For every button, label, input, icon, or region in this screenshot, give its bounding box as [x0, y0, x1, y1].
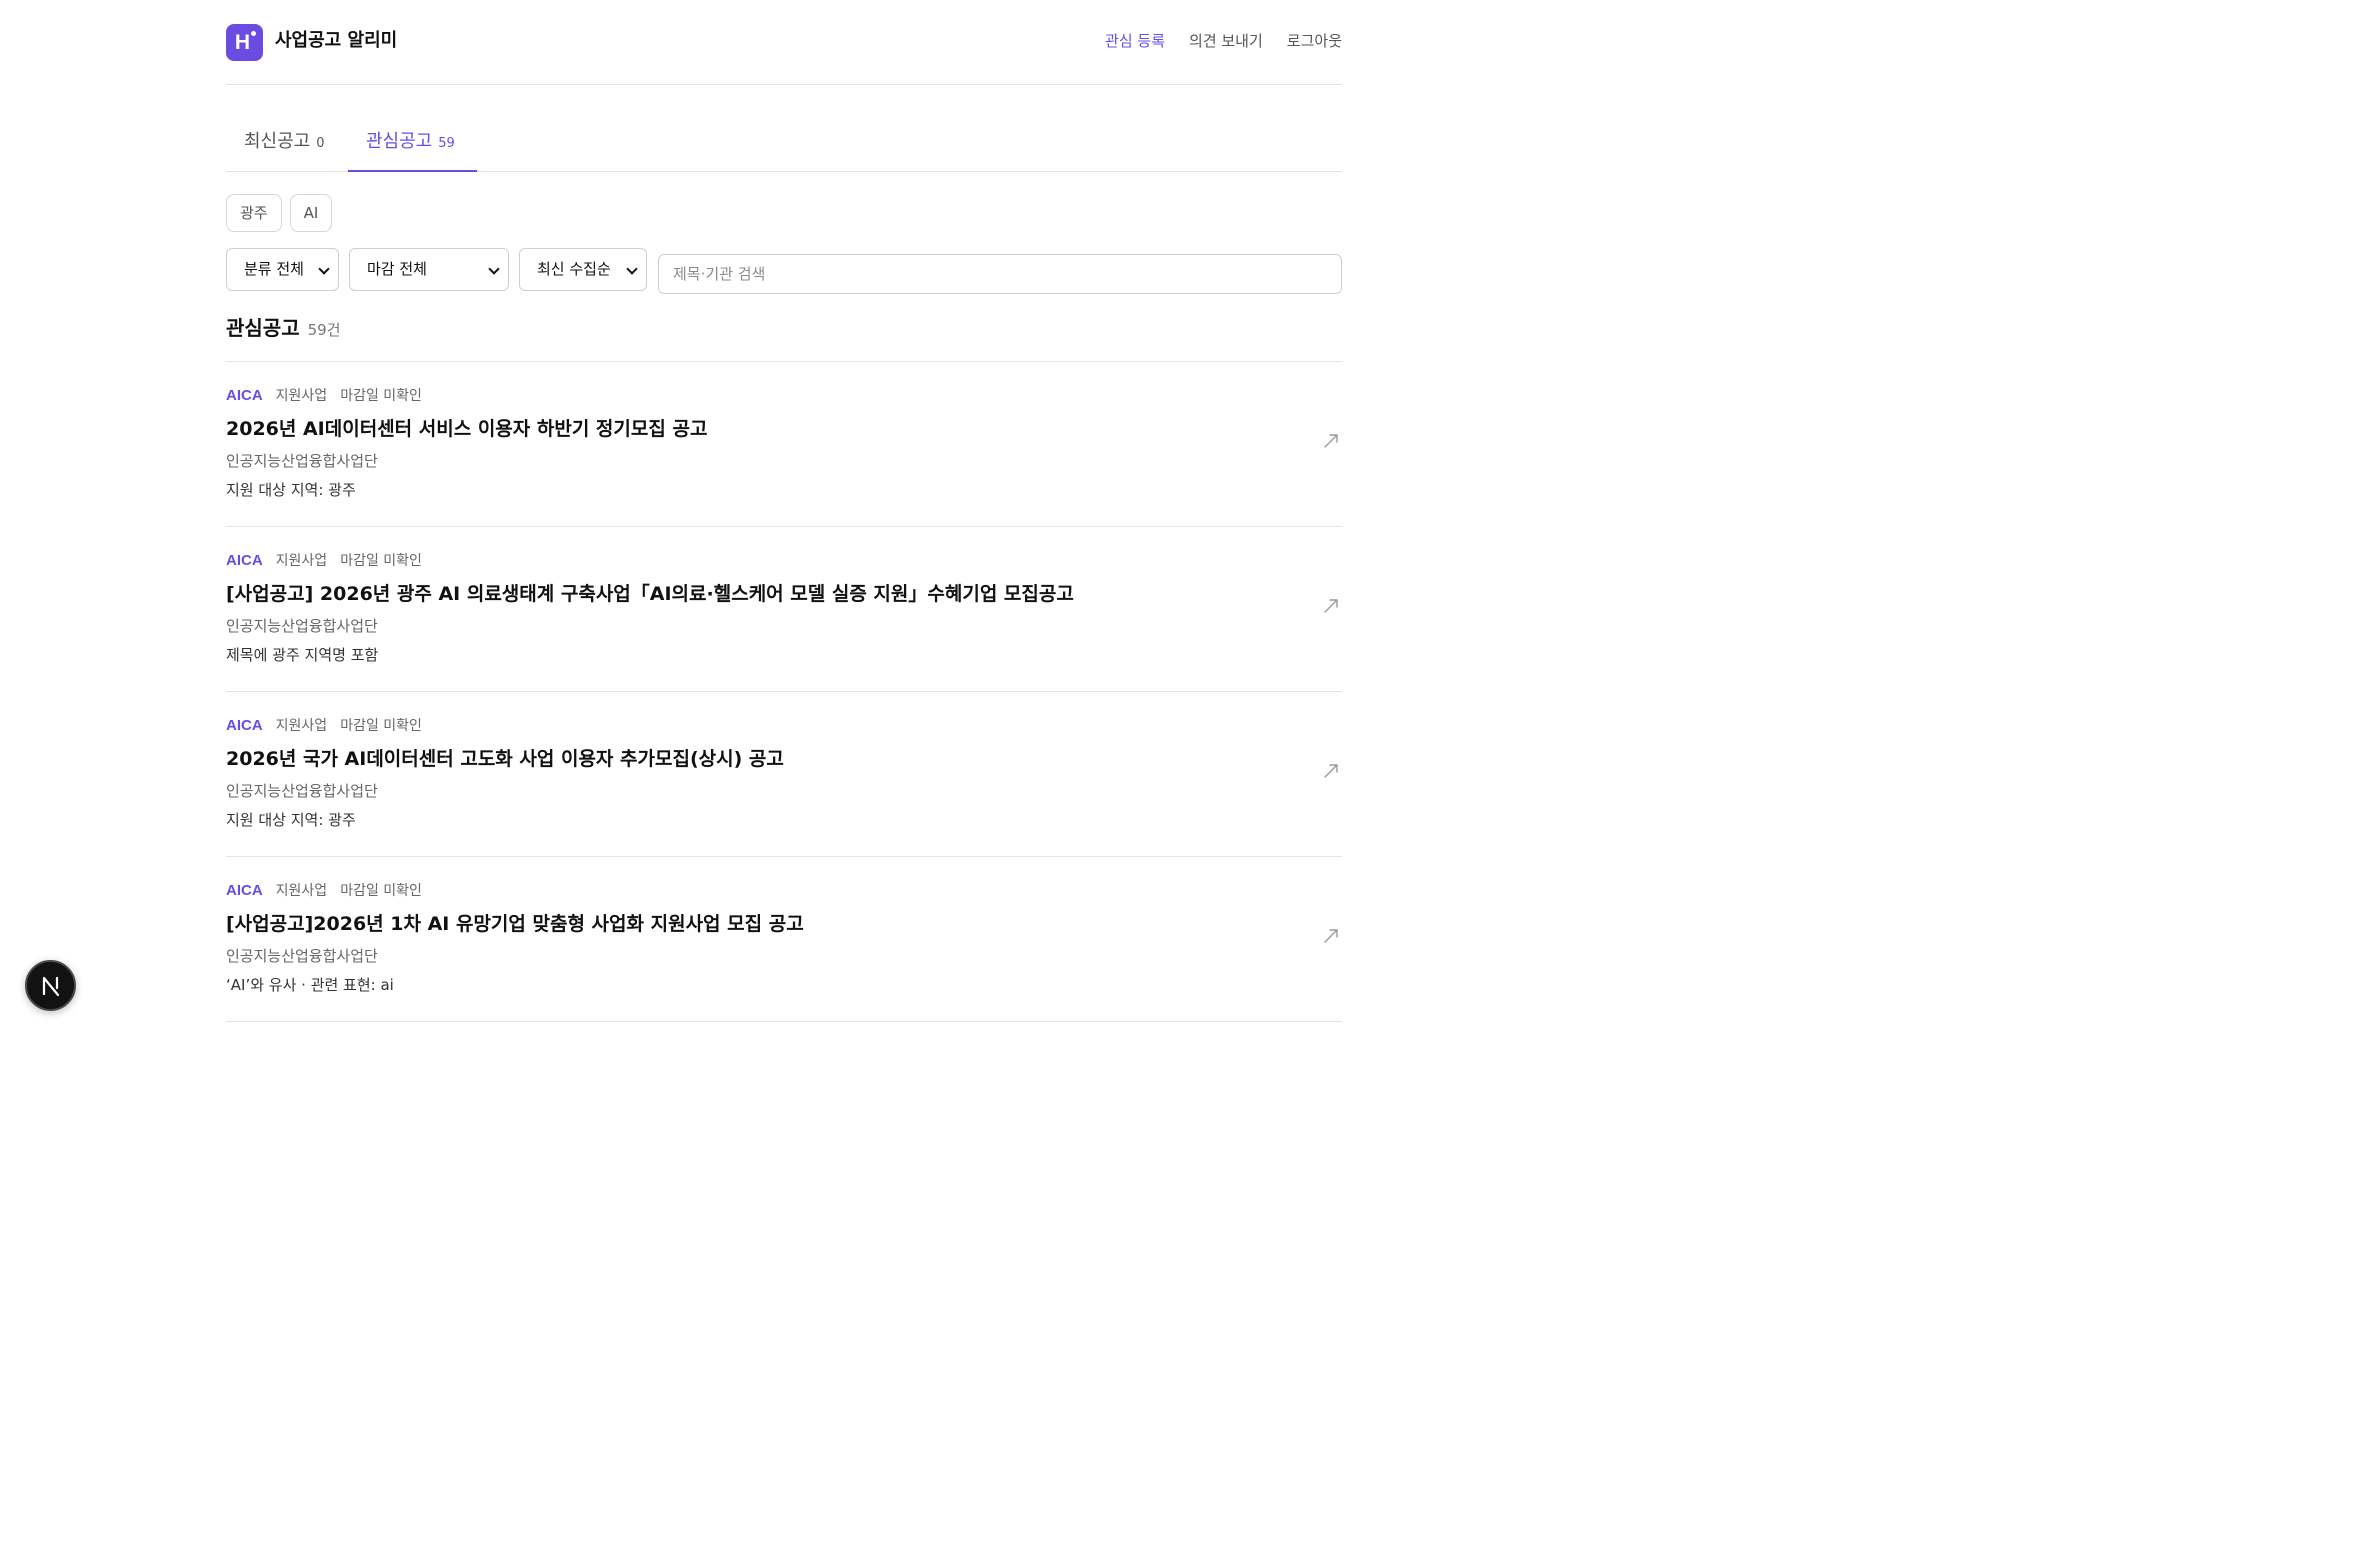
external-link-icon[interactable] — [1323, 928, 1339, 944]
top-nav: 관심 등록 의견 보내기 로그아웃 — [1105, 31, 1342, 51]
item-match-reason: 제목에 광주 지역명 포함 — [226, 646, 379, 664]
external-link-icon[interactable] — [1323, 598, 1339, 614]
item-meta: AICA 지원사업 마감일 미확인 — [226, 717, 422, 735]
external-link-icon[interactable] — [1323, 763, 1339, 779]
logo-dot — [251, 31, 256, 36]
nextjs-dev-badge[interactable] — [25, 960, 76, 1011]
item-deadline: 마감일 미확인 — [340, 553, 422, 569]
tab-count: 0 — [316, 136, 325, 151]
sort-select-value: 최신 수집순 — [537, 260, 611, 278]
item-meta: AICA 지원사업 마감일 미확인 — [226, 882, 422, 900]
item-title[interactable]: [사업공고] 2026년 광주 AI 의료생태계 구축사업「AI의료·헬스케어 … — [226, 581, 1074, 607]
nav-send-feedback[interactable]: 의견 보내기 — [1189, 31, 1263, 51]
nav-register-interest[interactable]: 관심 등록 — [1105, 31, 1165, 51]
item-title[interactable]: [사업공고]2026년 1차 AI 유망기업 맞춤형 사업화 지원사업 모집 공… — [226, 911, 804, 937]
app-logo[interactable]: H — [226, 24, 263, 61]
deadline-select-value: 마감 전체 — [367, 260, 427, 278]
item-title[interactable]: 2026년 국가 AI데이터센터 고도화 사업 이용자 추가모집(상시) 공고 — [226, 746, 784, 772]
item-agency: 인공지능산업융합사업단 — [226, 947, 378, 965]
nav-logout[interactable]: 로그아웃 — [1287, 31, 1342, 51]
item-category: 지원사업 — [275, 718, 328, 734]
deadline-select[interactable]: 마감 전체 — [349, 248, 509, 291]
external-link-icon[interactable] — [1323, 433, 1339, 449]
tab-count: 59 — [438, 136, 455, 151]
item-org: AICA — [226, 717, 263, 734]
letter-n-icon — [42, 976, 60, 997]
item-agency: 인공지능산업융합사업단 — [226, 617, 378, 635]
item-org: AICA — [226, 882, 263, 899]
announcement-list: AICA 지원사업 마감일 미확인 2026년 AI데이터센터 서비스 이용자 … — [226, 361, 1342, 1022]
section-heading: 관심공고 59건 — [226, 314, 341, 342]
item-org: AICA — [226, 552, 263, 569]
item-deadline: 마감일 미확인 — [340, 883, 422, 899]
item-category: 지원사업 — [275, 553, 328, 569]
keyword-chip[interactable]: AI — [289, 194, 333, 232]
announcement-item[interactable]: AICA 지원사업 마감일 미확인 2026년 국가 AI데이터센터 고도화 사… — [226, 692, 1342, 857]
item-match-reason: 지원 대상 지역: 광주 — [226, 481, 356, 499]
chevron-down-icon — [626, 263, 638, 275]
section-title: 관심공고 — [226, 316, 300, 340]
item-agency: 인공지능산업융합사업단 — [226, 452, 378, 470]
keyword-chip[interactable]: 광주 — [226, 194, 282, 232]
tab-latest[interactable]: 최신공고 0 — [226, 118, 348, 172]
item-meta: AICA 지원사업 마감일 미확인 — [226, 552, 422, 570]
item-deadline: 마감일 미확인 — [340, 718, 422, 734]
tab-bar: 최신공고 0 관심공고 59 — [226, 118, 1342, 172]
item-title[interactable]: 2026년 AI데이터센터 서비스 이용자 하반기 정기모집 공고 — [226, 416, 707, 442]
page: H 사업공고 알리미 관심 등록 의견 보내기 로그아웃 최신공고 0 관심공고 5… — [0, 0, 1552, 1036]
logo-letter: H — [234, 31, 251, 54]
section-count: 59건 — [307, 321, 341, 339]
item-match-reason: 지원 대상 지역: 광주 — [226, 811, 356, 829]
item-org: AICA — [226, 387, 263, 404]
announcement-item[interactable]: AICA 지원사업 마감일 미확인 [사업공고]2026년 1차 AI 유망기업… — [226, 857, 1342, 1022]
category-select[interactable]: 분류 전체 — [226, 248, 339, 291]
category-select-value: 분류 전체 — [244, 260, 304, 278]
item-category: 지원사업 — [275, 883, 328, 899]
announcement-item[interactable]: AICA 지원사업 마감일 미확인 2026년 AI데이터센터 서비스 이용자 … — [226, 362, 1342, 527]
item-match-reason: ‘AI’와 유사 · 관련 표현: ai — [226, 976, 394, 994]
item-category: 지원사업 — [275, 388, 328, 404]
chevron-down-icon — [318, 263, 330, 275]
item-deadline: 마감일 미확인 — [340, 388, 422, 404]
search-input[interactable] — [658, 254, 1342, 294]
tab-label: 최신공고 — [244, 131, 311, 152]
header: H 사업공고 알리미 관심 등록 의견 보내기 로그아웃 — [226, 0, 1342, 85]
announcement-item[interactable]: AICA 지원사업 마감일 미확인 [사업공고] 2026년 광주 AI 의료생… — [226, 527, 1342, 692]
item-meta: AICA 지원사업 마감일 미확인 — [226, 387, 422, 405]
tab-interest[interactable]: 관심공고 59 — [348, 118, 477, 172]
app-title: 사업공고 알리미 — [275, 30, 398, 51]
item-agency: 인공지능산업융합사업단 — [226, 782, 378, 800]
tab-label: 관심공고 — [366, 131, 433, 152]
sort-select[interactable]: 최신 수집순 — [519, 248, 647, 291]
filter-bar: 분류 전체 마감 전체 최신 수집순 — [226, 248, 1342, 294]
keyword-chips: 광주 AI — [226, 194, 333, 232]
chevron-down-icon — [488, 263, 500, 275]
